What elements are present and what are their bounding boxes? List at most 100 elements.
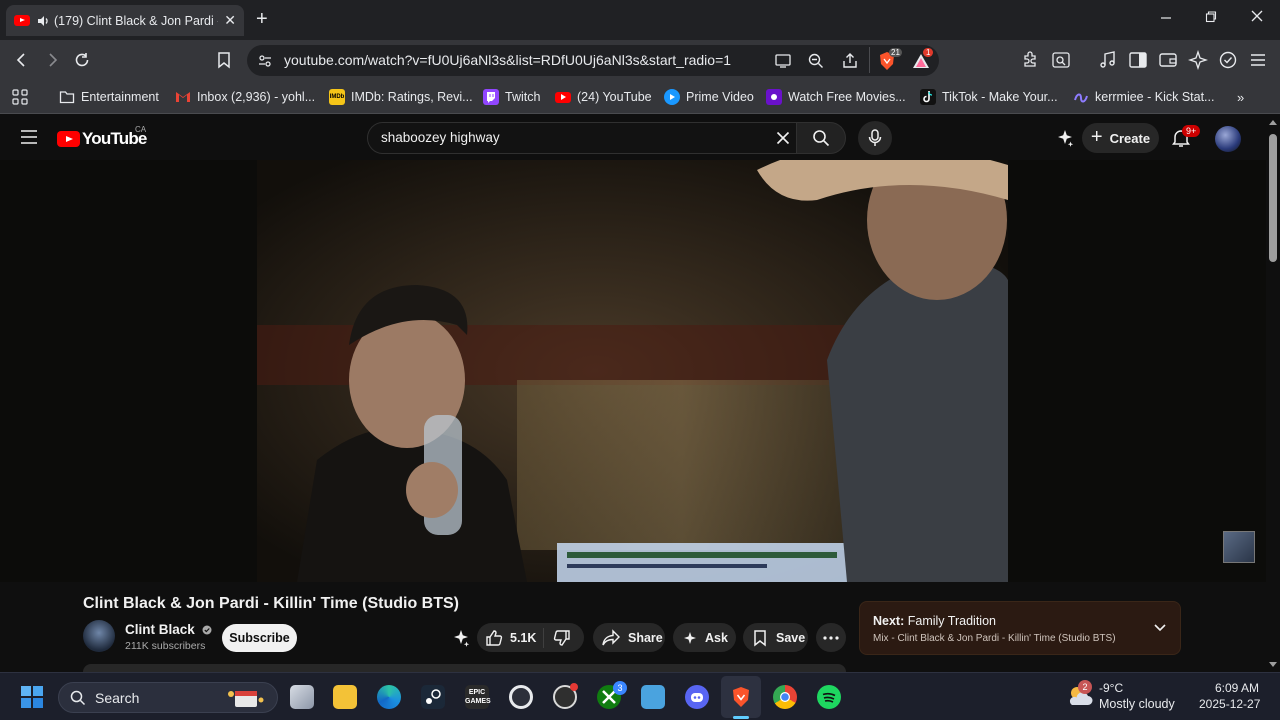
gmail-icon bbox=[175, 89, 191, 105]
media-playlist-icon[interactable] bbox=[1098, 50, 1118, 70]
ask-button[interactable]: Ask bbox=[673, 623, 736, 652]
subscribe-button[interactable]: Subscribe bbox=[222, 624, 297, 652]
windows-start-icon[interactable] bbox=[20, 685, 44, 709]
dislike-button[interactable] bbox=[544, 629, 571, 647]
search-input[interactable]: shaboozey highway bbox=[367, 122, 797, 154]
cast-icon[interactable] bbox=[774, 53, 792, 69]
save-button[interactable]: Save bbox=[743, 623, 808, 652]
account-avatar[interactable] bbox=[1215, 126, 1241, 152]
scroll-up-arrow[interactable] bbox=[1268, 118, 1278, 126]
video-player[interactable] bbox=[0, 160, 1266, 582]
minimize-button[interactable] bbox=[1160, 10, 1172, 24]
bookmark-watch-free-movies[interactable]: Watch Free Movies... bbox=[766, 88, 906, 106]
description-panel-edge[interactable] bbox=[83, 664, 846, 672]
next-up-title: Next: Family Tradition bbox=[873, 614, 996, 628]
video-frame bbox=[257, 160, 1008, 582]
leo-ai-icon[interactable] bbox=[1188, 50, 1208, 70]
shield-count-badge: 21 bbox=[889, 48, 902, 57]
folder-icon bbox=[59, 89, 75, 105]
bookmark-page-icon[interactable] bbox=[216, 51, 232, 69]
address-bar[interactable]: youtube.com/watch?v=fU0Uj6aNl3s&list=RDf… bbox=[247, 45, 939, 76]
channel-name[interactable]: Clint Black bbox=[125, 622, 212, 637]
voice-search-button[interactable] bbox=[858, 121, 892, 155]
file-explorer-icon[interactable] bbox=[333, 685, 357, 709]
more-actions-button[interactable] bbox=[816, 623, 846, 652]
notepad-icon[interactable] bbox=[641, 685, 665, 709]
discord-icon[interactable] bbox=[685, 685, 709, 709]
scroll-down-arrow[interactable] bbox=[1268, 661, 1278, 669]
guide-menu-icon[interactable] bbox=[20, 130, 38, 144]
wallet-icon[interactable] bbox=[1158, 50, 1178, 70]
plus-icon: + bbox=[1090, 125, 1103, 148]
imdb-icon: IMDb bbox=[329, 89, 345, 105]
channel-avatar[interactable] bbox=[83, 620, 115, 652]
vpn-icon[interactable] bbox=[1218, 50, 1238, 70]
bookmark-gmail-inbox[interactable]: Inbox (2,936) - yohl... bbox=[175, 88, 315, 106]
verified-check-icon bbox=[202, 625, 212, 635]
expand-chevron-down-icon[interactable] bbox=[1153, 623, 1167, 633]
ask-ai-icon[interactable] bbox=[1055, 128, 1075, 148]
bookmark-prime-video[interactable]: Prime Video bbox=[664, 88, 754, 106]
notification-count-badge: 9+ bbox=[1182, 125, 1201, 137]
steam-icon[interactable] bbox=[421, 685, 445, 709]
ask-sparkle-icon[interactable] bbox=[451, 628, 471, 648]
omnibox-divider bbox=[869, 47, 870, 73]
xbox-notification-badge: 3 bbox=[613, 681, 627, 695]
clock-date[interactable]: 2025-12-27 bbox=[1199, 697, 1260, 711]
task-view-icon[interactable] bbox=[290, 685, 314, 709]
browser-tab-active[interactable]: (179) Clint Black & Jon Pardi - ✕ bbox=[6, 5, 244, 36]
channel-watermark[interactable] bbox=[1223, 531, 1255, 563]
site-info-icon[interactable] bbox=[257, 53, 273, 69]
spotify-icon[interactable] bbox=[817, 685, 841, 709]
extensions-icon[interactable] bbox=[1021, 50, 1041, 70]
zoom-icon[interactable] bbox=[807, 52, 825, 70]
taskbar-search-box[interactable]: Search bbox=[58, 682, 278, 713]
youtube-logo[interactable]: YouTube bbox=[57, 129, 147, 149]
page-scrollbar-thumb[interactable] bbox=[1269, 134, 1277, 262]
video-frame-image bbox=[257, 160, 1008, 582]
ubisoft-connect-icon[interactable] bbox=[509, 685, 533, 709]
tiktok-icon bbox=[920, 89, 936, 105]
bookmark-youtube[interactable]: (24) YouTube bbox=[555, 88, 652, 106]
back-button[interactable] bbox=[14, 52, 30, 68]
bookmark-entertainment[interactable]: Entertainment bbox=[59, 88, 159, 106]
bookmark-kick-stats[interactable]: kerrmiee - Kick Stat... bbox=[1073, 88, 1214, 106]
restore-button[interactable] bbox=[1205, 10, 1217, 24]
youtube-logo-icon bbox=[57, 131, 80, 147]
clock-time[interactable]: 6:09 AM bbox=[1215, 681, 1259, 695]
create-button[interactable]: + Create bbox=[1082, 123, 1159, 153]
share-page-icon[interactable] bbox=[841, 52, 859, 70]
menu-icon[interactable] bbox=[1249, 52, 1267, 68]
kick-stats-icon bbox=[1073, 89, 1089, 105]
browser-tab-bar: (179) Clint Black & Jon Pardi - ✕ + bbox=[0, 0, 1280, 40]
share-button[interactable]: Share bbox=[593, 623, 665, 652]
bookmark-tiktok[interactable]: TikTok - Make Your... bbox=[920, 88, 1058, 106]
close-window-button[interactable] bbox=[1250, 9, 1264, 23]
brave-browser-icon[interactable] bbox=[729, 685, 753, 709]
bookmarks-bar: Entertainment Inbox (2,936) - yohl... IM… bbox=[0, 81, 1280, 114]
tab-close-icon[interactable]: ✕ bbox=[224, 12, 236, 29]
reload-button[interactable] bbox=[73, 51, 91, 69]
new-tab-button[interactable]: + bbox=[256, 8, 268, 31]
reader-mode-icon[interactable] bbox=[1051, 50, 1071, 70]
forward-button[interactable] bbox=[44, 52, 60, 68]
more-bookmarks-icon[interactable]: » bbox=[1237, 90, 1244, 105]
audio-playing-icon[interactable] bbox=[36, 14, 50, 28]
apps-grid-icon[interactable] bbox=[11, 88, 29, 106]
next-up-panel[interactable]: Next: Family Tradition Mix - Clint Black… bbox=[859, 601, 1181, 655]
bookmark-twitch[interactable]: Twitch bbox=[483, 88, 540, 106]
chrome-icon[interactable] bbox=[773, 685, 797, 709]
epic-games-icon[interactable]: EPIC GAMES bbox=[465, 685, 491, 709]
youtube-favicon-icon bbox=[14, 15, 30, 26]
bookmark-imdb[interactable]: IMDb IMDb: Ratings, Revi... bbox=[329, 88, 473, 106]
search-button[interactable] bbox=[796, 122, 846, 154]
youtube-icon bbox=[555, 91, 571, 103]
sidebar-toggle-icon[interactable] bbox=[1128, 50, 1148, 70]
weather-description: Mostly cloudy bbox=[1099, 697, 1175, 711]
weather-alert-badge: 2 bbox=[1078, 680, 1092, 694]
clear-search-icon[interactable] bbox=[776, 131, 790, 145]
edge-browser-icon[interactable] bbox=[377, 685, 401, 709]
like-button[interactable]: 5.1K bbox=[477, 627, 544, 648]
like-dislike-group: 5.1K bbox=[477, 623, 584, 652]
movies-icon bbox=[766, 89, 782, 105]
